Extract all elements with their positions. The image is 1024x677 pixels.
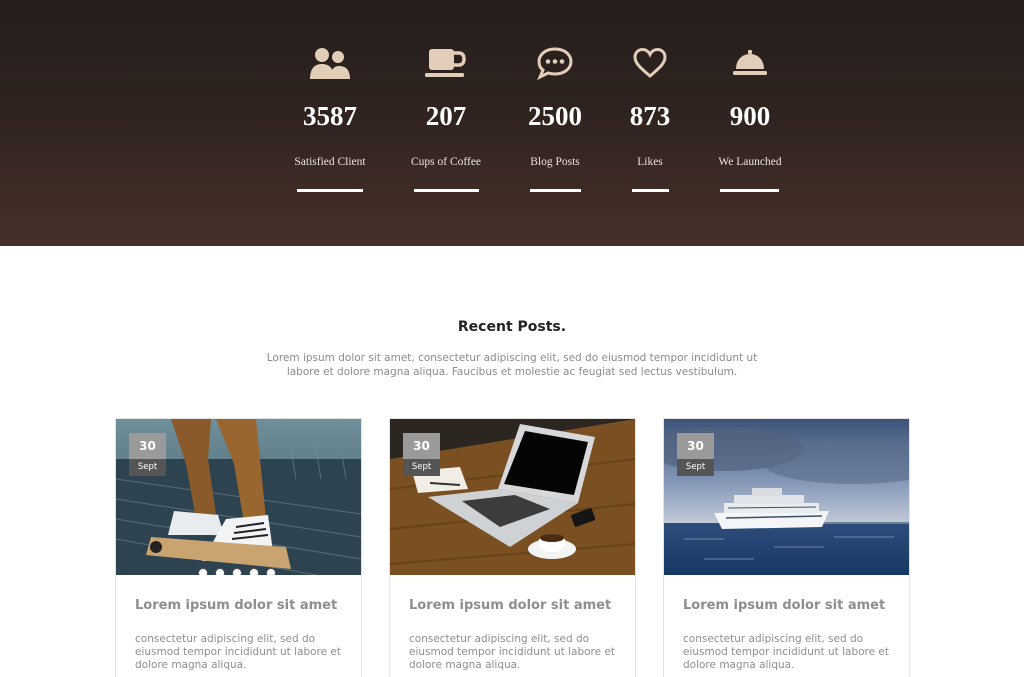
slider-dot[interactable] — [249, 568, 259, 575]
stat-underline — [530, 189, 581, 192]
slider-dots — [198, 568, 276, 575]
coffee-cup-icon — [386, 44, 506, 82]
post-excerpt: consectetur adipiscing elit, sed do eius… — [409, 633, 615, 671]
post-card[interactable]: 30 Sept Lorem ipsum dolor sit amet conse… — [663, 418, 910, 677]
date-badge: 30 Sept — [403, 433, 440, 476]
stat-underline — [414, 189, 479, 192]
service-bell-icon — [690, 44, 810, 82]
laptop-coffee-photo[interactable]: 30 Sept — [390, 419, 635, 575]
cruise-ship-photo[interactable]: 30 Sept — [664, 419, 909, 575]
stat-underline — [297, 189, 363, 192]
stat-value: 3587 — [303, 101, 357, 131]
date-day: 30 — [129, 433, 166, 459]
stat-label: We Launched — [718, 156, 782, 168]
stat-label: Cups of Coffee — [410, 156, 482, 168]
post-title[interactable]: Lorem ipsum dolor sit amet — [409, 598, 629, 613]
post-excerpt: consectetur adipiscing elit, sed do eius… — [135, 633, 341, 671]
post-card[interactable]: 30 Sept Lorem ipsum dolor sit amet conse… — [115, 418, 362, 677]
post-card[interactable]: 30 Sept Lorem ipsum dolor sit amet conse… — [389, 418, 636, 677]
stat-value: 207 — [425, 101, 467, 131]
section-intro: Lorem ipsum dolor sit amet, consectetur … — [266, 352, 758, 378]
date-month: Sept — [129, 459, 166, 476]
date-day: 30 — [403, 433, 440, 459]
stat-label: Satisfied Client — [294, 156, 366, 168]
slider-dot[interactable] — [215, 568, 225, 575]
slider-dot[interactable] — [266, 568, 276, 575]
stat-underline — [632, 189, 669, 192]
date-month: Sept — [403, 459, 440, 476]
skateboard-sneakers-photo[interactable]: 30 Sept — [116, 419, 361, 575]
stat-value: 900 — [729, 101, 771, 131]
slider-dot[interactable] — [198, 568, 208, 575]
stat-we-launched: 900 We Launched — [690, 0, 810, 246]
stats-section: 3587 Satisfied Client 207 Cups of Coffee… — [0, 0, 1024, 246]
slider-dot[interactable] — [232, 568, 242, 575]
post-title[interactable]: Lorem ipsum dolor sit amet — [683, 598, 903, 613]
post-excerpt: consectetur adipiscing elit, sed do eius… — [683, 633, 889, 671]
date-badge: 30 Sept — [129, 433, 166, 476]
post-title[interactable]: Lorem ipsum dolor sit amet — [135, 598, 355, 613]
stat-satisfied-client: 3587 Satisfied Client — [270, 0, 390, 246]
stat-underline — [720, 189, 779, 192]
date-month: Sept — [677, 459, 714, 476]
users-icon — [270, 44, 390, 82]
section-title: Recent Posts. — [457, 319, 567, 335]
stat-cups-of-coffee: 207 Cups of Coffee — [386, 0, 506, 246]
date-badge: 30 Sept — [677, 433, 714, 476]
date-day: 30 — [677, 433, 714, 459]
